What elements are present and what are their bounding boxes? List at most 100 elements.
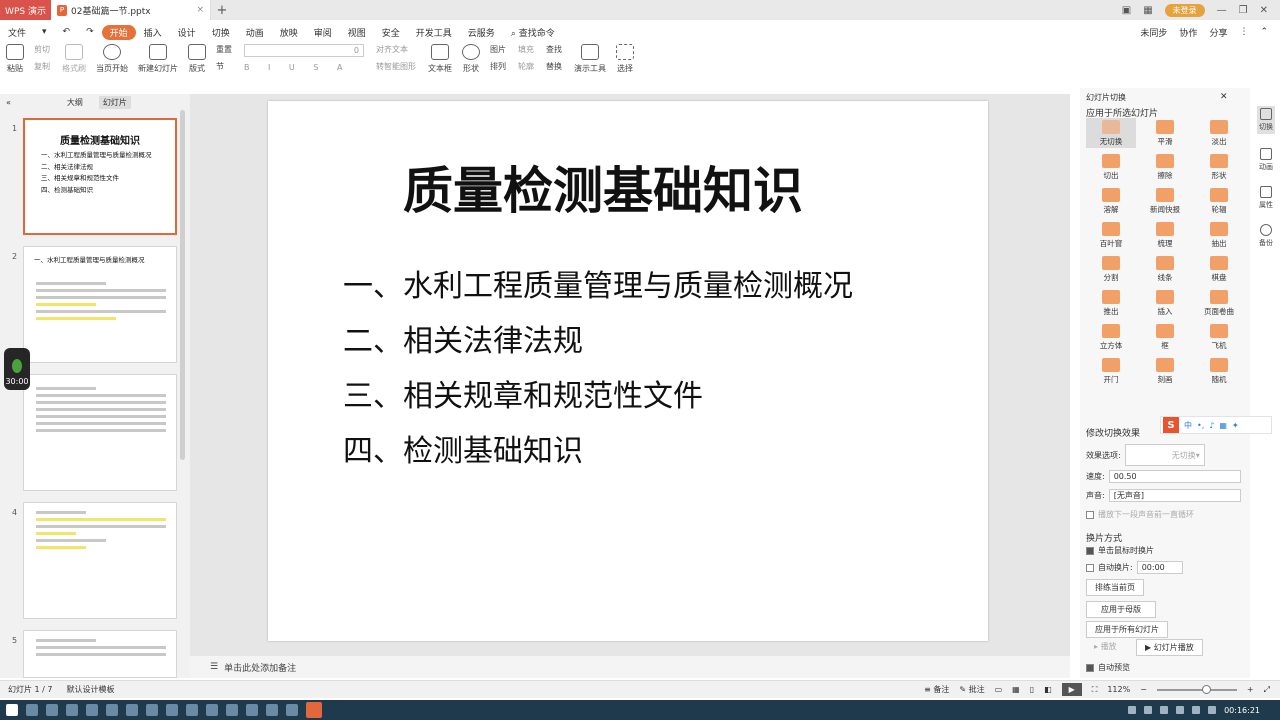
timer-badge[interactable]: 30:00 (4, 348, 30, 390)
presentation-tools-button[interactable]: 演示工具 (574, 44, 606, 74)
normal-view-icon[interactable]: ▭ (995, 685, 1003, 694)
sync-status[interactable]: 未同步 (1140, 26, 1167, 39)
slide-thumbnail-4[interactable] (23, 502, 177, 619)
tray-icon[interactable] (1176, 706, 1185, 714)
shape-button[interactable]: 形状 (462, 44, 480, 74)
collaborate-button[interactable]: 协作 (1179, 26, 1197, 39)
rehearse-button[interactable]: 排练当前页 (1086, 579, 1144, 596)
zoom-slider[interactable] (1156, 684, 1237, 694)
redo-icon[interactable]: ↷ (78, 27, 102, 37)
zoom-out-icon[interactable]: − (1140, 685, 1147, 694)
tray-icon[interactable] (1128, 706, 1137, 714)
font-size-box[interactable]: 0 (244, 44, 364, 57)
collapse-ribbon-icon[interactable]: ⌃ (1260, 27, 1268, 37)
transition-option[interactable]: 平滑 (1140, 118, 1190, 148)
taskbar-app-icon[interactable] (46, 704, 58, 716)
panel-close-icon[interactable]: ✕ (1220, 92, 1228, 102)
transition-option[interactable]: 页面卷曲 (1194, 288, 1244, 318)
grid-view-icon[interactable]: ▦ (1143, 5, 1152, 16)
menu-slideshow[interactable]: 放映 (272, 26, 306, 39)
slide-bullet[interactable]: 四、检测基础知识 (343, 426, 583, 470)
search-command[interactable]: ⌕ 查找命令 (503, 26, 563, 39)
menu-security[interactable]: 安全 (374, 26, 408, 39)
menu-view[interactable]: 视图 (340, 26, 374, 39)
autopreview-checkbox[interactable] (1086, 663, 1094, 672)
auto-advance-time[interactable]: 00:00 (1136, 561, 1183, 574)
transition-option[interactable]: 推出 (1086, 288, 1136, 318)
start-icon[interactable] (6, 704, 18, 716)
tray-icon[interactable] (1160, 706, 1169, 714)
select-button[interactable]: 选择 (616, 44, 634, 74)
slideshow-button[interactable]: ▶ 幻灯片播放 (1136, 639, 1203, 656)
transition-option[interactable]: 新闻快报 (1140, 186, 1190, 216)
comments-toggle[interactable]: ✎ 批注 (959, 684, 984, 695)
align-text-button[interactable]: 对齐文本 (376, 44, 416, 55)
side-properties[interactable]: 属性 (1259, 186, 1273, 210)
start-slideshow-button[interactable]: ▶ (1061, 683, 1082, 696)
menu-insert[interactable]: 插入 (136, 26, 170, 39)
transition-option[interactable]: 立方体 (1086, 322, 1136, 352)
side-transition[interactable]: 切换 (1257, 106, 1275, 134)
tab-slides[interactable]: 幻灯片 (98, 95, 131, 109)
smart-graphic-button[interactable]: 转智能图形 (376, 61, 416, 72)
thumbnail-scrollbar[interactable] (180, 110, 185, 460)
taskbar-app-icon[interactable] (106, 704, 118, 716)
transition-option[interactable]: 框 (1140, 322, 1190, 352)
outline-button[interactable]: 轮廓 (518, 61, 534, 72)
layout-button[interactable]: 版式 (188, 44, 206, 74)
fill-button[interactable]: 填充 (518, 44, 534, 55)
font-style-icons[interactable]: B I U S A (244, 63, 364, 72)
transition-option[interactable]: 淡出 (1194, 118, 1244, 148)
collapse-pane-icon[interactable]: « (6, 98, 11, 107)
current-slide[interactable]: 质量检测基础知识 一、水利工程质量管理与质量检测概况 二、相关法律法规 三、相关… (268, 101, 988, 641)
ime-lang[interactable]: 中 (1184, 420, 1192, 431)
textbox-button[interactable]: 文本框 (428, 44, 452, 74)
document-tab[interactable]: P 02基础篇一节.pptx × (51, 0, 211, 20)
ime-keyboard-icon[interactable]: ▦ (1219, 421, 1227, 430)
minimize-icon[interactable]: — (1217, 5, 1227, 16)
taskbar-app-icon[interactable] (226, 704, 238, 716)
reading-view-icon[interactable]: ▯ (1030, 685, 1034, 694)
more-icon[interactable]: ⋮ (1239, 27, 1248, 37)
wps-taskbar-icon[interactable] (306, 702, 322, 718)
side-animation[interactable]: 动画 (1259, 148, 1273, 172)
sogou-ime-icon[interactable]: S (1163, 417, 1179, 433)
play-button[interactable]: ▸ 播放 (1086, 639, 1125, 654)
transition-option[interactable]: 分割 (1086, 254, 1136, 284)
autopreview-option[interactable]: 自动预览 (1086, 662, 1130, 673)
slide-thumbnail-1[interactable]: 质量检测基础知识 一、水利工程质量管理与质量检测概况 二、相关法律法规 三、相关… (23, 118, 177, 235)
close-window-icon[interactable]: ✕ (1260, 5, 1268, 16)
transition-option[interactable]: 线条 (1140, 254, 1190, 284)
menu-home[interactable]: 开始 (101, 24, 136, 40)
undo-icon[interactable]: ↶ (55, 27, 79, 37)
slide-bullet[interactable]: 一、水利工程质量管理与质量检测概况 (343, 261, 853, 305)
on-click-option[interactable]: 单击鼠标时换片 (1086, 545, 1154, 556)
copy-button[interactable]: 复制 (34, 61, 50, 72)
transition-option[interactable]: 随机 (1194, 356, 1244, 386)
section-button[interactable]: 节 (216, 61, 232, 72)
menu-cloud[interactable]: 云服务 (460, 26, 503, 39)
apply-all-button[interactable]: 应用于所有幻灯片 (1086, 621, 1168, 638)
fit-window-icon[interactable]: ⛶ (1092, 685, 1098, 695)
slide-thumbnail-2[interactable]: 一、水利工程质量管理与质量检测概况 (23, 246, 177, 363)
menu-file-chevron-icon[interactable]: ▾ (34, 27, 55, 37)
sound-select[interactable]: [无声音] (1108, 489, 1241, 502)
menu-developer[interactable]: 开发工具 (408, 26, 460, 39)
zoom-slider-knob[interactable] (1201, 684, 1211, 694)
speed-input[interactable]: 00.50 (1108, 470, 1241, 483)
slide-thumbnail-5[interactable] (23, 630, 177, 678)
slide-bullet[interactable]: 三、相关规章和规范性文件 (343, 371, 703, 415)
fit-page-icon[interactable]: ⤢ (1264, 685, 1270, 695)
zoom-level[interactable]: 112% (1107, 685, 1130, 694)
reset-button[interactable]: 重置 (216, 44, 232, 55)
tab-outline[interactable]: 大纲 (67, 97, 83, 108)
taskbar-app-icon[interactable] (246, 704, 258, 716)
share-button[interactable]: 分享 (1209, 26, 1227, 39)
taskbar-app-icon[interactable] (186, 704, 198, 716)
find-button[interactable]: 查找 (546, 44, 562, 55)
sorter-view-icon[interactable]: ▦ (1012, 685, 1020, 694)
restore-layout-icon[interactable]: ▣ (1122, 5, 1131, 16)
transition-option[interactable]: 棋盘 (1194, 254, 1244, 284)
taskbar-app-icon[interactable] (26, 704, 38, 716)
on-click-checkbox[interactable] (1086, 546, 1094, 555)
